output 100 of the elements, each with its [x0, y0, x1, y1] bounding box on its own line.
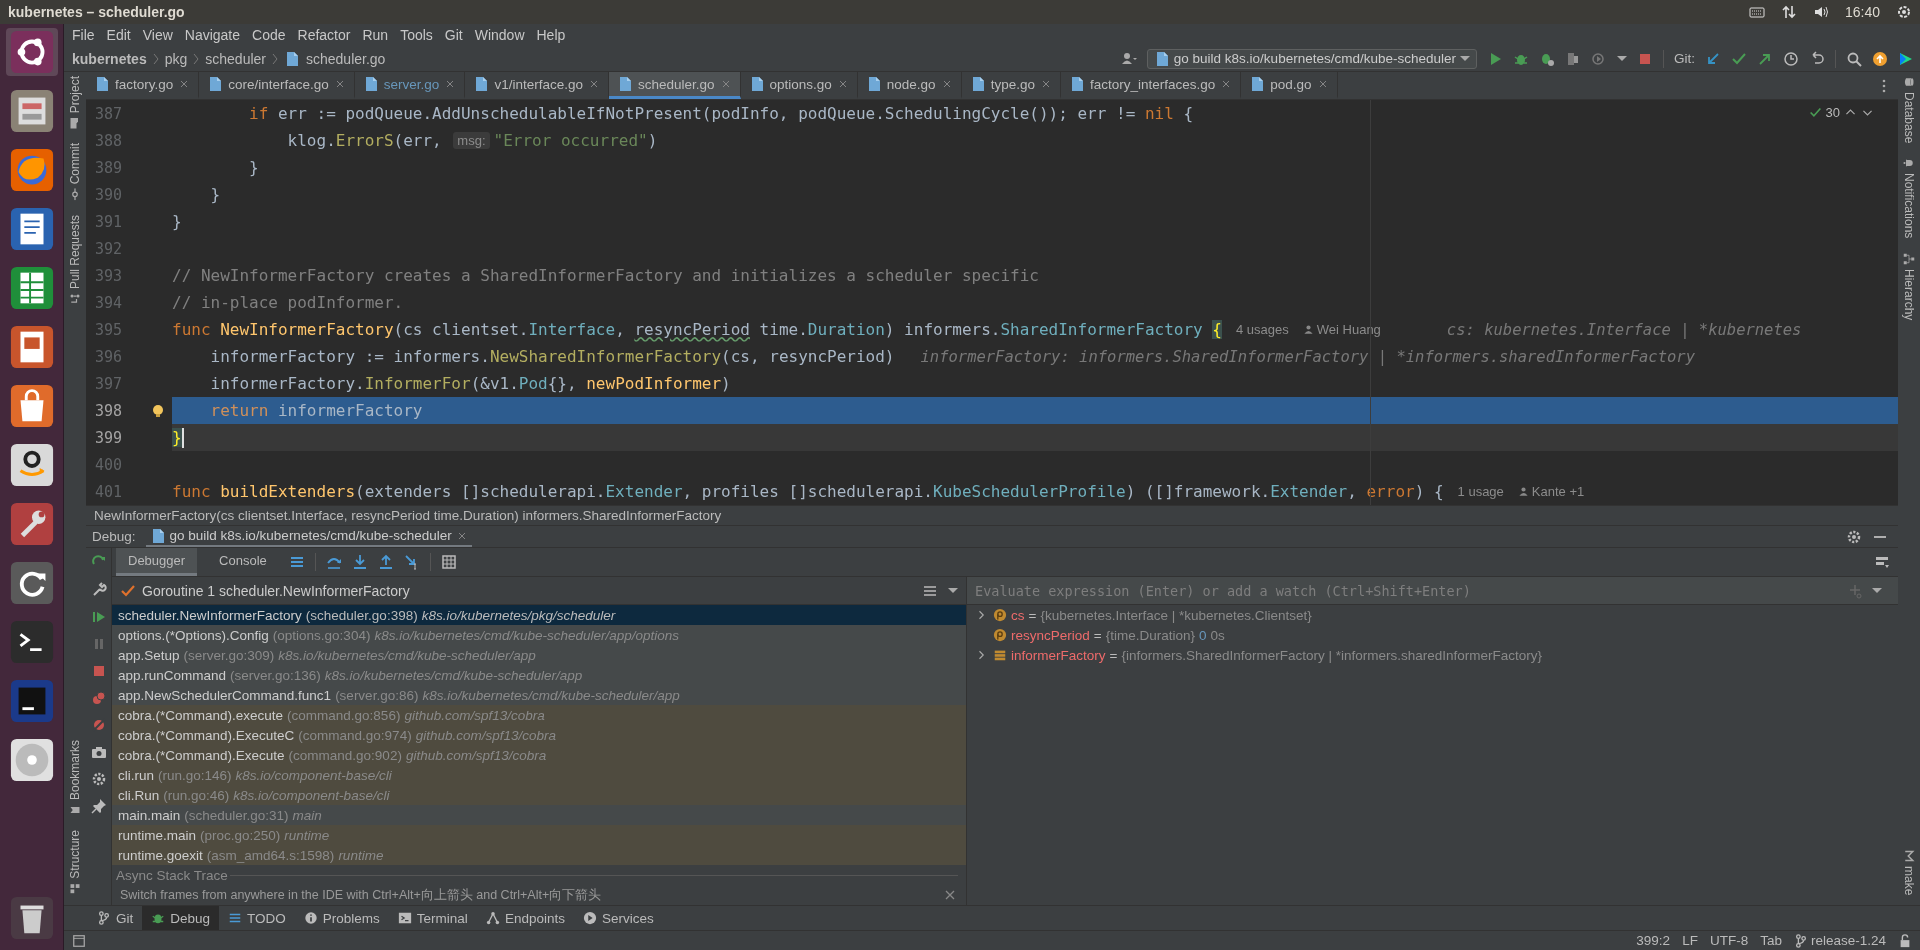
menu-item[interactable]: Navigate: [178, 27, 247, 43]
menu-item[interactable]: Help: [530, 27, 572, 43]
globe-icon[interactable]: [8, 147, 55, 193]
editor-tab[interactable]: node.go: [857, 72, 962, 99]
menu-item[interactable]: Edit: [100, 27, 137, 43]
tool-window-button[interactable]: Hierarchy: [1902, 252, 1916, 321]
stack-frame[interactable]: app.Setup (server.go:309) k8s.io/kubernetes/cmd/kube-scheduler/app: [112, 645, 966, 665]
stack-frame[interactable]: cobra.(*Command).execute (command.go:856) github.com/spf13/cobra: [112, 705, 966, 725]
stack-frame[interactable]: cobra.(*Command).Execute (command.go:902) github.com/spf13/cobra: [112, 745, 966, 765]
circle-logo-icon[interactable]: [8, 29, 55, 75]
thread-selector[interactable]: Goroutine 1 scheduler.NewInformerFactory: [120, 582, 410, 599]
step-into-icon[interactable]: [351, 554, 368, 570]
line-separator[interactable]: LF: [1682, 933, 1698, 948]
clock[interactable]: 16:40: [1844, 4, 1880, 20]
stack-frame[interactable]: runtime.goexit (asm_amd64.s:1598) runtime: [112, 845, 966, 865]
stack-frame[interactable]: cobra.(*Command).ExecuteC (command.go:974) github.com/spf13/cobra: [112, 725, 966, 745]
list-icon[interactable]: [288, 554, 305, 570]
code-editor[interactable]: [86, 100, 1898, 505]
gear-icon[interactable]: [1846, 528, 1862, 545]
breakpoints-icon[interactable]: [90, 690, 107, 706]
menu-item[interactable]: File: [66, 27, 101, 43]
editor-tab[interactable]: server.go: [354, 72, 466, 99]
inspection-widget[interactable]: 30: [1808, 105, 1874, 120]
tool-window-tab[interactable]: Git: [88, 906, 143, 930]
undo-icon[interactable]: [1809, 50, 1825, 67]
speaker-icon[interactable]: [1812, 4, 1829, 20]
menu-item[interactable]: Tools: [394, 27, 439, 43]
camera-icon[interactable]: [90, 744, 107, 760]
square-icon[interactable]: [72, 933, 86, 948]
menu-item[interactable]: Code: [246, 27, 292, 43]
stack-frame[interactable]: cli.run (run.go:146) k8s.io/component-base/cli: [112, 765, 966, 785]
upload-circle-icon[interactable]: [1872, 50, 1888, 67]
run-configuration-dropdown[interactable]: go build k8s.io/kubernetes/cmd/kube-scheduler: [1146, 48, 1477, 69]
debug-session-tab[interactable]: go build k8s.io/kubernetes/cmd/kube-scheduler: [145, 526, 472, 547]
tool-window-tab[interactable]: Problems: [294, 906, 389, 930]
gear-icon[interactable]: [90, 771, 107, 787]
breadcrumb[interactable]: pkg: [164, 50, 188, 67]
menu-item[interactable]: Run: [356, 27, 395, 43]
run-more-icon[interactable]: [1591, 50, 1607, 67]
shopping-bag-icon[interactable]: [8, 383, 55, 429]
updown-arrows-icon[interactable]: [1780, 4, 1797, 20]
document-icon[interactable]: [8, 206, 55, 252]
author-name[interactable]: Wei Huang: [1316, 322, 1381, 337]
wrench-icon[interactable]: [8, 501, 55, 547]
tool-window-button[interactable]: Structure: [68, 830, 82, 895]
tool-window-button[interactable]: Bookmarks: [68, 740, 82, 817]
profile-icon[interactable]: [1565, 50, 1581, 67]
indent-setting[interactable]: Tab: [1760, 933, 1782, 948]
editor-tab[interactable]: v1/interface.go: [465, 72, 609, 99]
tool-window-button[interactable]: Commit: [68, 143, 82, 201]
presentation-icon[interactable]: [8, 324, 55, 370]
stack-frame[interactable]: cli.Run (run.go:46) k8s.io/component-base/cli: [112, 785, 966, 805]
variable-entry[interactable]: cs = {kubernetes.Interface | *kubernetes.Clientset}: [1011, 607, 1312, 623]
file-cabinet-icon[interactable]: [8, 88, 55, 134]
editor-tab[interactable]: core/interface.go: [199, 72, 355, 99]
variable-entry[interactable]: resyncPeriod = {time.Duration} 0 0s: [1011, 627, 1225, 643]
variable-entry[interactable]: informerFactory = {informers.SharedInformerFactory | *informers.sharedInformerFactory}: [1011, 647, 1543, 663]
tool-window-tab[interactable]: Terminal: [388, 906, 477, 930]
tool-window-button[interactable]: Notifications: [1902, 157, 1916, 239]
tool-window-tab[interactable]: Services: [573, 906, 663, 930]
arrow-down-left-icon[interactable]: [1705, 50, 1721, 67]
stack-frame[interactable]: scheduler.NewInformerFactory (scheduler.go:398) k8s.io/kubernetes/pkg/scheduler: [112, 605, 966, 625]
editor-tab[interactable]: factory.go: [86, 72, 200, 99]
table-icon[interactable]: [440, 554, 457, 570]
breadcrumb[interactable]: scheduler.go: [306, 50, 386, 67]
caret-down-icon[interactable]: [1872, 588, 1882, 593]
terminal-icon[interactable]: [8, 619, 55, 665]
trash-icon[interactable]: [8, 895, 55, 941]
layout-icon[interactable]: [1874, 554, 1890, 570]
author-name[interactable]: Kante +1: [1531, 484, 1585, 499]
tool-window-button[interactable]: Project: [68, 76, 82, 130]
tool-window-tab[interactable]: TODO: [219, 906, 295, 930]
bulb-icon[interactable]: [150, 402, 166, 419]
caret-down-icon[interactable]: [1617, 56, 1627, 61]
caret-position[interactable]: 399:2: [1636, 933, 1671, 948]
tool-window-button[interactable]: Pull Requests: [68, 214, 82, 305]
stack-frame[interactable]: app.runCommand (server.go:136) k8s.io/kubernetes/cmd/kube-scheduler/app: [112, 665, 966, 685]
resume-icon[interactable]: [90, 609, 107, 625]
usages-link[interactable]: 4 usages: [1236, 322, 1289, 337]
keyboard-icon[interactable]: [1748, 4, 1765, 20]
editor-tab[interactable]: factory_interfaces.go: [1060, 72, 1242, 99]
editor-tab[interactable]: scheduler.go: [608, 72, 741, 99]
usages-link[interactable]: 1 usage: [1457, 484, 1504, 499]
clock-icon[interactable]: [1783, 50, 1799, 67]
step-out-icon[interactable]: [377, 554, 394, 570]
lock-icon[interactable]: [1898, 933, 1912, 948]
editor-tab[interactable]: type.go: [961, 72, 1061, 99]
caret-down-icon[interactable]: [948, 588, 958, 593]
menu-item[interactable]: Git: [438, 27, 469, 43]
editor-tab[interactable]: pod.go: [1241, 72, 1338, 99]
menu-item[interactable]: View: [136, 27, 179, 43]
stack-frame[interactable]: main.main (scheduler.go:31) main: [112, 805, 966, 825]
triangle-logo-icon[interactable]: [1898, 50, 1914, 67]
stack-frame[interactable]: runtime.main (proc.go:250) runtime: [112, 825, 966, 845]
breadcrumb[interactable]: scheduler: [205, 50, 266, 67]
tool-window-button[interactable]: Database: [1902, 76, 1916, 144]
user-caret-icon[interactable]: [1120, 50, 1137, 67]
power-gear-icon[interactable]: [1896, 4, 1912, 20]
debugger-tab[interactable]: Debugger: [116, 548, 198, 576]
menu-item[interactable]: Refactor: [291, 27, 357, 43]
